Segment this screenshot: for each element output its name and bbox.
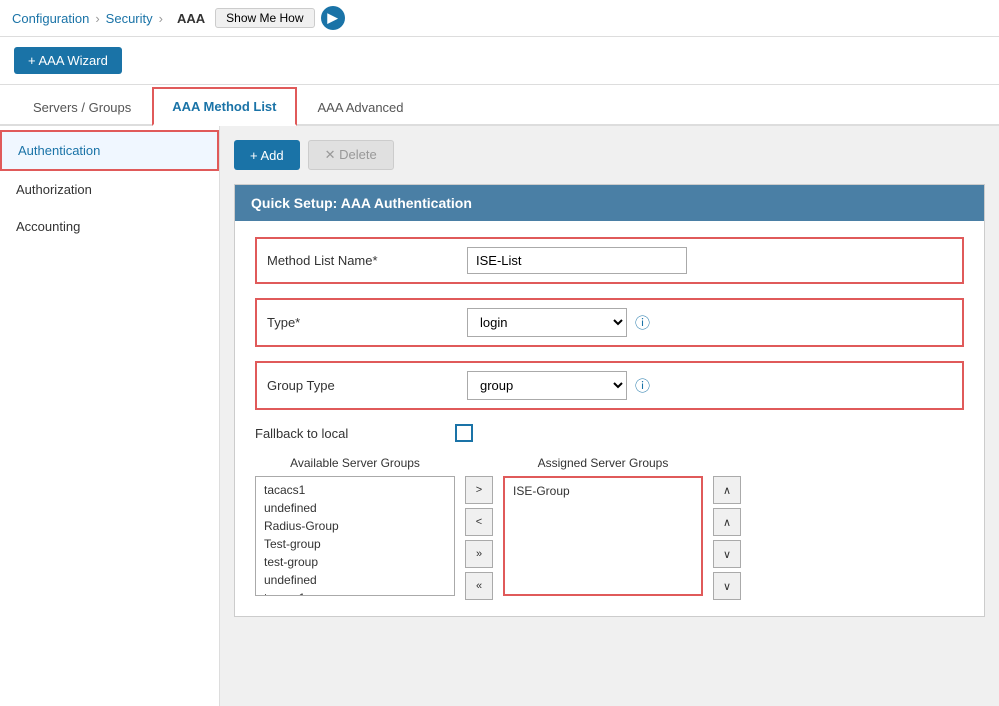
move-left-button[interactable]: < [465, 508, 493, 536]
sidebar-item-authorization[interactable]: Authorization [0, 171, 219, 208]
fallback-checkbox[interactable] [455, 424, 473, 442]
list-item[interactable]: test-group [260, 553, 450, 571]
sidebar-item-accounting[interactable]: Accounting [0, 208, 219, 245]
list-item[interactable]: Test-group [260, 535, 450, 553]
list-item[interactable]: undefined [260, 571, 450, 589]
action-bar: + Add ✕ Delete [234, 140, 985, 170]
order-arrow-col: ∧ ∧ ∨ ∨ [713, 456, 741, 600]
add-button[interactable]: + Add [234, 140, 300, 170]
method-list-name-input[interactable] [467, 247, 687, 274]
show-me-how-button[interactable]: Show Me How [215, 8, 314, 28]
show-me-how-icon[interactable]: ▶ [321, 6, 345, 30]
available-server-groups-label: Available Server Groups [255, 456, 455, 470]
group-type-info-icon[interactable]: ⓘ [635, 375, 650, 396]
list-item[interactable]: ISE-Group [509, 482, 697, 500]
breadcrumb-sep-2: › [159, 11, 163, 26]
group-type-select[interactable]: grouplocalkrb5krb5-telnetlineenablenoner… [467, 371, 627, 400]
list-item[interactable]: Radius-Group [260, 517, 450, 535]
order-top-button[interactable]: ∧ [713, 476, 741, 504]
list-item[interactable]: tacacs1 [260, 589, 450, 596]
type-label: Type* [267, 315, 467, 330]
form-panel: Quick Setup: AAA Authentication Method L… [234, 184, 985, 617]
group-type-label: Group Type [267, 378, 467, 393]
assigned-server-list[interactable]: ISE-Group [503, 476, 703, 596]
tab-aaa-advanced[interactable]: AAA Advanced [299, 89, 423, 126]
list-item[interactable]: tacacs1 [260, 481, 450, 499]
order-bottom-button[interactable]: ∨ [713, 572, 741, 600]
fallback-row: Fallback to local [255, 424, 964, 442]
move-arrow-col: > < » « [465, 456, 493, 600]
group-type-row: Group Type grouplocalkrb5krb5-telnetline… [255, 361, 964, 410]
server-groups-section: Available Server Groups tacacs1undefined… [255, 456, 964, 600]
breadcrumb-aaa: AAA [177, 11, 205, 26]
method-list-name-label: Method List Name* [267, 253, 467, 268]
order-down-button[interactable]: ∨ [713, 540, 741, 568]
method-list-name-row: Method List Name* [255, 237, 964, 284]
assigned-server-groups-label: Assigned Server Groups [503, 456, 703, 470]
sidebar: Authentication Authorization Accounting [0, 126, 220, 706]
sidebar-item-authentication[interactable]: Authentication [0, 130, 219, 171]
move-all-right-button[interactable]: » [465, 540, 493, 568]
move-all-left-button[interactable]: « [465, 572, 493, 600]
content-area: + Add ✕ Delete Quick Setup: AAA Authenti… [220, 126, 999, 706]
aaa-wizard-button[interactable]: + AAA Wizard [14, 47, 122, 74]
type-row: Type* loginenableppparapnasidot1xsgbp ⓘ [255, 298, 964, 347]
type-info-icon[interactable]: ⓘ [635, 312, 650, 333]
available-server-group-col: Available Server Groups tacacs1undefined… [255, 456, 455, 596]
delete-button[interactable]: ✕ Delete [308, 140, 394, 170]
order-up-button[interactable]: ∧ [713, 508, 741, 536]
top-bar: + AAA Wizard [0, 37, 999, 85]
breadcrumb: Configuration › Security › AAA Show Me H… [0, 0, 999, 37]
breadcrumb-security[interactable]: Security [106, 11, 153, 26]
available-server-list[interactable]: tacacs1undefinedRadius-GroupTest-groupte… [255, 476, 455, 596]
main-layout: Authentication Authorization Accounting … [0, 126, 999, 706]
breadcrumb-configuration[interactable]: Configuration [12, 11, 89, 26]
tabs-bar: Servers / Groups AAA Method List AAA Adv… [0, 85, 999, 126]
form-panel-title: Quick Setup: AAA Authentication [235, 185, 984, 221]
form-body: Method List Name* Type* loginenablepppar… [235, 221, 984, 616]
tab-aaa-method-list[interactable]: AAA Method List [152, 87, 296, 126]
list-item[interactable]: undefined [260, 499, 450, 517]
tab-servers-groups[interactable]: Servers / Groups [14, 89, 150, 126]
breadcrumb-sep-1: › [95, 11, 99, 26]
move-right-button[interactable]: > [465, 476, 493, 504]
fallback-label: Fallback to local [255, 426, 455, 441]
type-select[interactable]: loginenableppparapnasidot1xsgbp [467, 308, 627, 337]
assigned-server-group-col: Assigned Server Groups ISE-Group [503, 456, 703, 596]
